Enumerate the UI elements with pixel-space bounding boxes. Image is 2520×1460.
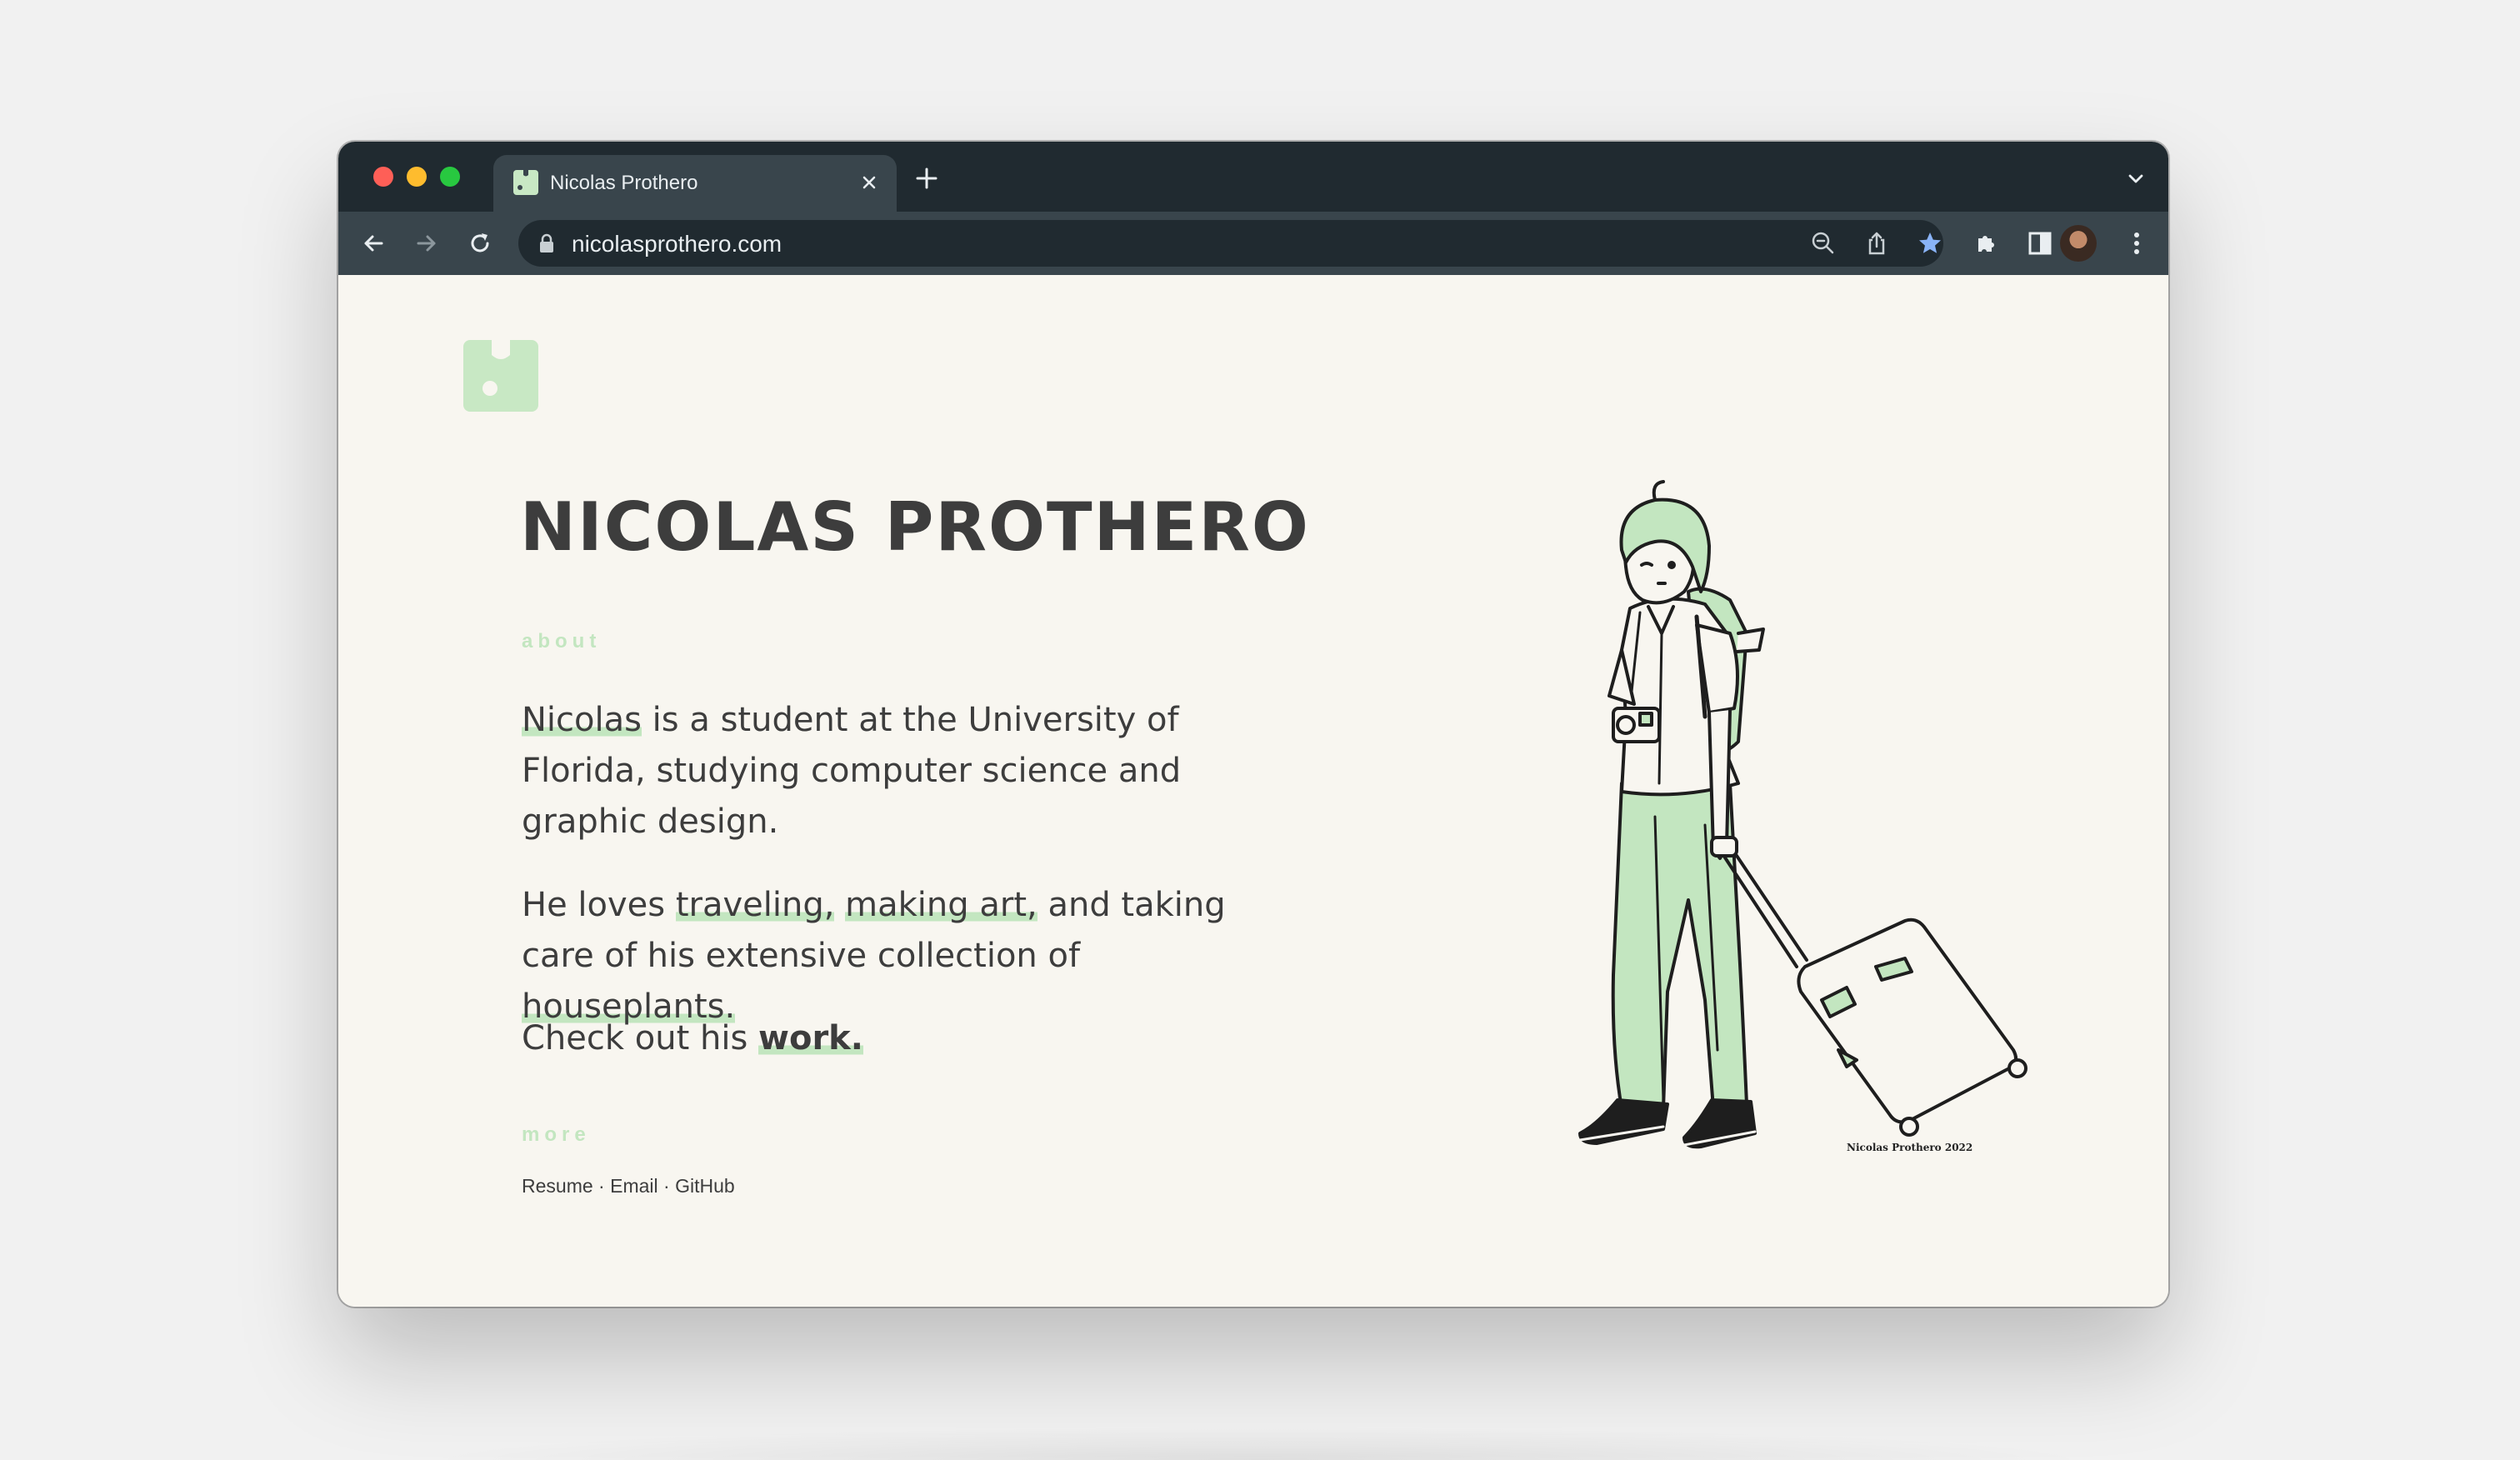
- tab-active[interactable]: Nicolas Prothero: [493, 155, 897, 212]
- about-label: about: [522, 630, 602, 652]
- forward-arrow-icon[interactable]: [412, 228, 442, 258]
- side-panel-icon[interactable]: [2025, 228, 2055, 258]
- plus-icon[interactable]: [913, 165, 940, 192]
- extensions-icon[interactable]: [1972, 228, 2002, 258]
- maximize-window-button[interactable]: [440, 167, 460, 187]
- zoom-icon[interactable]: [1810, 230, 1837, 257]
- address-bar[interactable]: nicolasprothero.com: [518, 220, 1943, 267]
- favicon-icon: [513, 170, 538, 195]
- tab-bar: Nicolas Prothero: [338, 142, 2168, 212]
- work-link[interactable]: work.: [758, 1019, 863, 1058]
- star-icon[interactable]: [1917, 230, 1943, 257]
- chevron-down-icon[interactable]: [2125, 168, 2147, 190]
- more-links: Resume · Email · GitHub: [522, 1175, 735, 1198]
- close-window-button[interactable]: [373, 167, 393, 187]
- about-text-3: Check out his: [522, 1019, 759, 1058]
- about-paragraph-1: Nicolas is a student at the University o…: [522, 695, 1238, 848]
- resume-link[interactable]: Resume: [522, 1175, 593, 1197]
- page-title: NICOLAS PROTHERO: [520, 488, 1310, 566]
- traveler-illustration: [1578, 480, 2028, 1149]
- kebab-menu-icon[interactable]: [2122, 228, 2152, 258]
- separator: ·: [592, 1175, 611, 1197]
- share-icon[interactable]: [1863, 230, 1890, 257]
- site-logo[interactable]: [463, 340, 538, 412]
- email-link[interactable]: Email: [610, 1175, 658, 1197]
- traveling-link[interactable]: traveling,: [675, 886, 835, 924]
- about-paragraph-2: He loves traveling, making art, and taki…: [522, 880, 1238, 1032]
- url-text[interactable]: nicolasprothero.com: [572, 231, 782, 258]
- github-link[interactable]: GitHub: [675, 1175, 735, 1197]
- back-arrow-icon[interactable]: [358, 228, 388, 258]
- tab-title: Nicolas Prothero: [550, 172, 698, 194]
- toolbar: nicolasprothero.com: [338, 212, 2168, 275]
- minimize-window-button[interactable]: [407, 167, 427, 187]
- illustration-signature: Nicolas Prothero 2022: [1847, 1142, 1973, 1153]
- separator: ·: [658, 1175, 676, 1197]
- nicolas-link[interactable]: Nicolas: [522, 701, 642, 739]
- lock-icon[interactable]: [538, 233, 555, 253]
- window-reflection-shadow: [417, 1427, 2100, 1460]
- close-icon[interactable]: [857, 170, 882, 195]
- more-label: more: [522, 1123, 591, 1146]
- making-art-link[interactable]: making art,: [845, 886, 1038, 924]
- reload-icon[interactable]: [465, 228, 495, 258]
- profile-avatar[interactable]: [2060, 225, 2097, 262]
- about-text-2b: [834, 886, 845, 924]
- about-paragraph-3: Check out his work.: [522, 1013, 1238, 1064]
- about-text-2a: He loves: [522, 886, 676, 924]
- page-content: NICOLAS PROTHERO about Nicolas is a stud…: [338, 275, 2168, 1307]
- browser-window: Nicolas Prothero nicolasprothero.com NIC…: [338, 142, 2168, 1307]
